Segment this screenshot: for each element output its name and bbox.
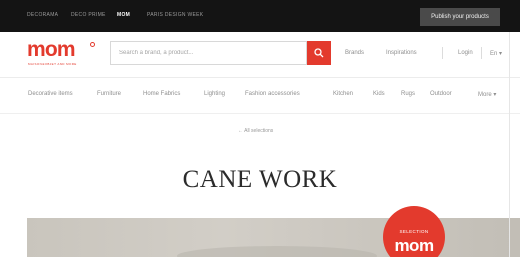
nav-item-more[interactable]: More ▾ xyxy=(478,91,496,98)
badge-logo: mom xyxy=(394,236,434,255)
topbar-link-mom[interactable]: MOM xyxy=(117,12,130,18)
nav-item-furniture[interactable]: Furniture xyxy=(97,91,121,97)
mom-logo[interactable]: mom xyxy=(27,38,76,62)
inspirations-link[interactable]: Inspirations xyxy=(386,50,417,56)
nav-item-decorative-items[interactable]: Decorative items xyxy=(28,91,73,97)
badge-label: SELECTION xyxy=(399,229,429,234)
selection-badge: SELECTION mom xyxy=(383,206,445,257)
nav-item-outdoor[interactable]: Outdoor xyxy=(430,91,452,97)
login-link[interactable]: Login xyxy=(458,50,473,56)
hero-image-shadow xyxy=(177,246,377,257)
page-title: CANE WORK xyxy=(182,166,338,193)
language-label: En xyxy=(490,51,498,57)
nav-item-kitchen[interactable]: Kitchen xyxy=(333,91,353,97)
nav-item-kids[interactable]: Kids xyxy=(373,91,385,97)
nav-item-fashion-accessories[interactable]: Fashion accessories xyxy=(245,91,300,97)
publish-products-button[interactable]: Publish your products xyxy=(420,8,500,26)
nav-item-more-label: More xyxy=(478,92,492,98)
top-bar: DECORAMA DECO PRIME MOM PARIS DESIGN WEE… xyxy=(0,0,520,32)
search-icon xyxy=(314,48,324,58)
header-divider xyxy=(442,47,443,59)
nav-item-rugs[interactable]: Rugs xyxy=(401,91,415,97)
chevron-down-icon: ▾ xyxy=(493,92,497,98)
header-separator xyxy=(0,77,520,78)
search-input[interactable] xyxy=(110,41,307,65)
chevron-down-icon: ▾ xyxy=(499,51,503,57)
search-button[interactable] xyxy=(307,41,331,65)
header-divider xyxy=(481,47,482,59)
all-selections-link[interactable]: ← All selections xyxy=(238,128,273,134)
hero-image xyxy=(27,218,520,257)
scrollbar-track[interactable] xyxy=(509,32,510,257)
nav-separator xyxy=(0,113,520,114)
topbar-link-decorama[interactable]: DECORAMA xyxy=(27,12,58,18)
language-selector[interactable]: En ▾ xyxy=(490,50,502,57)
brands-link[interactable]: Brands xyxy=(345,50,364,56)
logo-tagline: MAISON&OBJET AND MORE xyxy=(28,62,77,66)
nav-item-home-fabrics[interactable]: Home Fabrics xyxy=(143,91,180,97)
topbar-link-paris-design-week[interactable]: PARIS DESIGN WEEK xyxy=(147,12,203,18)
topbar-link-deco-prime[interactable]: DECO PRIME xyxy=(71,12,106,18)
nav-item-lighting[interactable]: Lighting xyxy=(204,91,225,97)
logo-mark-icon xyxy=(90,42,95,47)
